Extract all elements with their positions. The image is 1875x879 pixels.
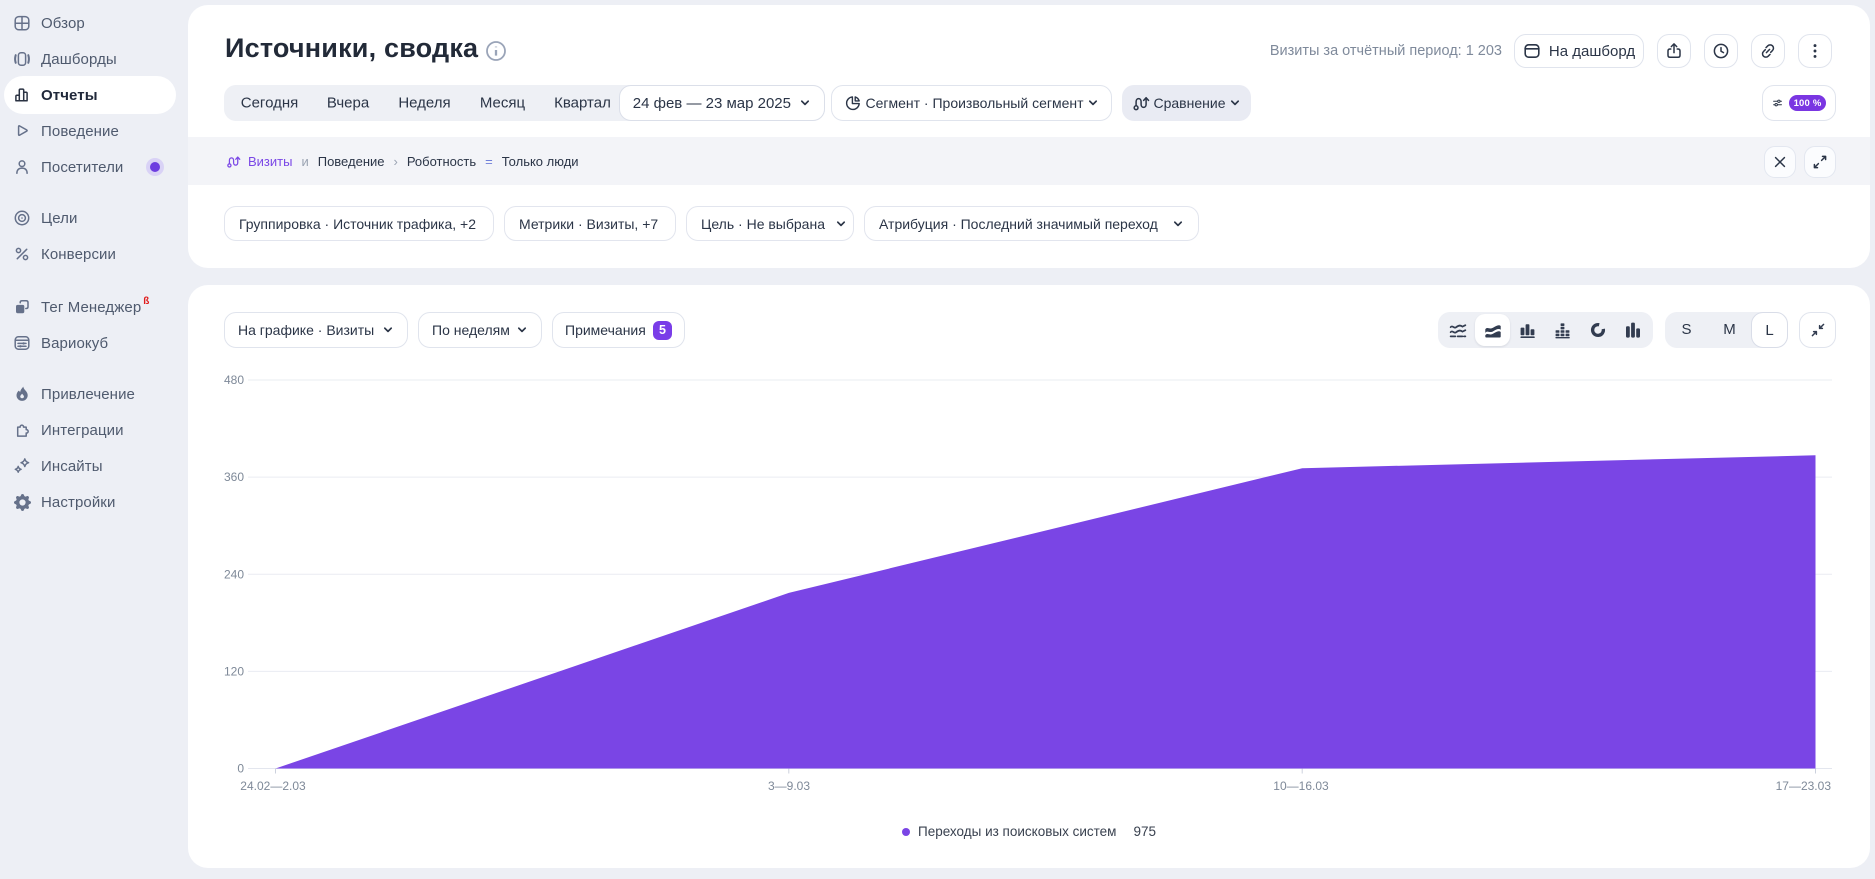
svg-text:480: 480 [224,373,244,387]
svg-text:3—9.03: 3—9.03 [768,779,810,793]
svg-text:0: 0 [237,762,244,776]
svg-text:10—16.03: 10—16.03 [1273,779,1329,793]
svg-text:17—23.03: 17—23.03 [1776,779,1832,793]
svg-text:360: 360 [224,470,244,484]
svg-text:120: 120 [224,664,244,678]
svg-text:240: 240 [224,567,244,581]
svg-text:24.02—2.03: 24.02—2.03 [240,779,306,793]
